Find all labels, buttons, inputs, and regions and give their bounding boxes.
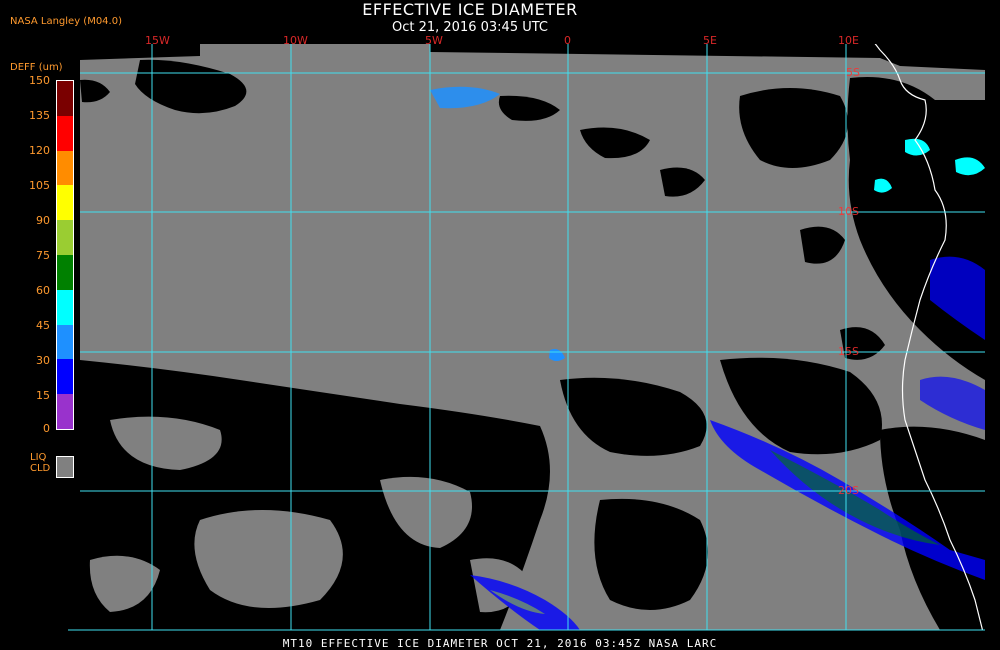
liquid-cloud-swatch [56,456,74,478]
liquid-cloud-label: LIQ CLD [30,452,50,474]
legend-tick: 150 [29,74,50,87]
lon-label-0: 0 [564,34,571,47]
lat-label-20s: 20S [838,484,859,497]
legend-tick: 15 [36,389,50,402]
legend-tick: 0 [43,422,50,435]
lat-label-15s: 15S [838,345,859,358]
color-segment [57,150,73,186]
legend-tick: 120 [29,144,50,157]
lat-label-10s: 10S [838,205,859,218]
legend-tick: 45 [36,319,50,332]
legend-title: DEFF (um) [10,62,63,73]
lon-label-15w: 15W [145,34,170,47]
legend-tick: 75 [36,249,50,262]
color-segment [57,185,73,221]
color-segment [57,394,73,429]
legend-tick: 30 [36,354,50,367]
liquid-label-line2: CLD [30,463,51,474]
legend-tick: 105 [29,179,50,192]
satellite-map [68,44,985,631]
color-segment [57,81,73,116]
lon-label-5e: 5E [703,34,717,47]
lon-label-5w: 5W [425,34,443,47]
lon-label-10e: 10E [838,34,859,47]
legend-tick: 90 [36,214,50,227]
liquid-label-line1: LIQ [30,452,47,463]
color-scale-bar [56,80,74,430]
legend-tick: 60 [36,284,50,297]
color-segment [57,220,73,255]
lon-label-10w: 10W [283,34,308,47]
legend-tick: 135 [29,109,50,122]
color-segment [57,289,73,325]
color-segment [57,254,73,290]
color-segment [57,115,73,151]
color-segment [57,324,73,360]
color-segment [57,359,73,395]
lat-label-5s: 5S [846,66,860,79]
footer-caption: MT10 EFFECTIVE ICE DIAMETER OCT 21, 2016… [282,637,718,650]
